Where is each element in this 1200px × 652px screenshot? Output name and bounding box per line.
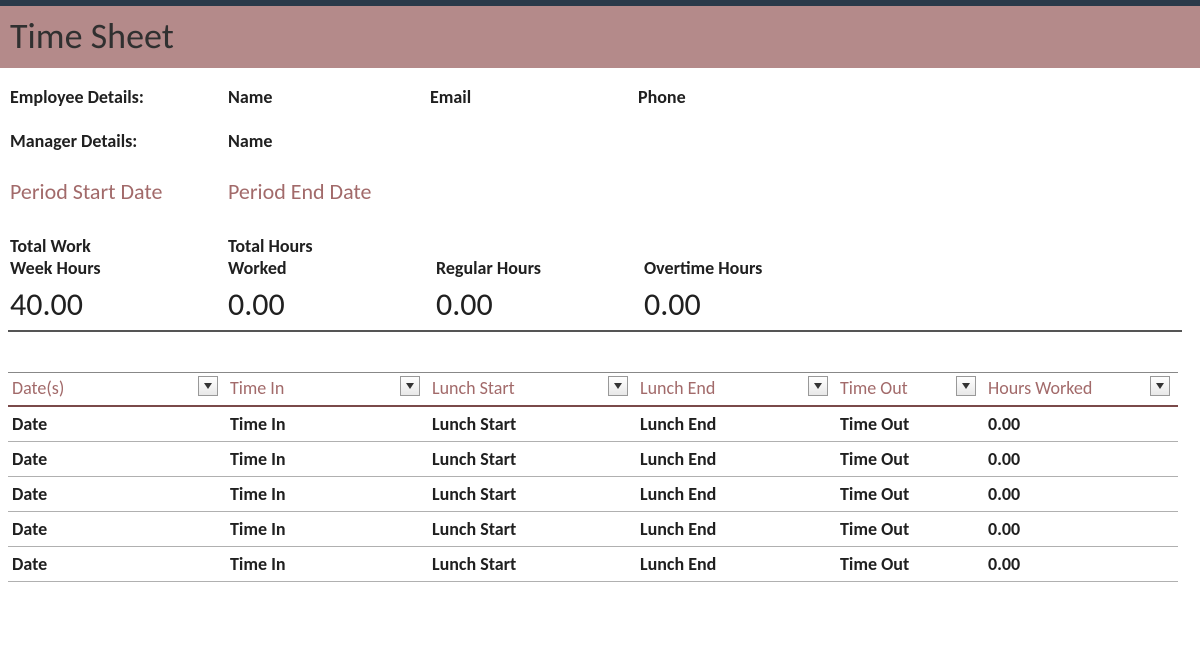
total-hours-worked-label: Total Hours Worked [228, 235, 436, 279]
header-hours-worked[interactable]: Hours Worked [984, 373, 1178, 407]
cell-date[interactable]: Date [8, 406, 226, 442]
header-time-in[interactable]: Time In [226, 373, 428, 407]
page-title: Time Sheet [0, 6, 1200, 68]
chevron-down-icon [406, 383, 414, 389]
cell-lunch_end[interactable]: Lunch End [636, 477, 836, 512]
employee-email-field[interactable]: Email [430, 86, 638, 108]
header-time-out-label: Time Out [840, 377, 908, 399]
header-lunch-end-label: Lunch End [640, 377, 715, 399]
cell-lunch_end[interactable]: Lunch End [636, 547, 836, 582]
table-row: DateTime InLunch StartLunch EndTime Out0… [8, 547, 1178, 582]
cell-date[interactable]: Date [8, 547, 226, 582]
cell-lunch_end[interactable]: Lunch End [636, 442, 836, 477]
cell-time_out[interactable]: Time Out [836, 442, 984, 477]
cell-hours_worked[interactable]: 0.00 [984, 477, 1178, 512]
cell-date[interactable]: Date [8, 512, 226, 547]
employee-phone-field[interactable]: Phone [638, 86, 838, 108]
cell-hours_worked[interactable]: 0.00 [984, 442, 1178, 477]
employee-name-field[interactable]: Name [228, 86, 430, 108]
manager-details-row: Manager Details: Name [10, 130, 1190, 152]
summary-divider [8, 330, 1182, 332]
total-week-hours-label-l2: Week Hours [10, 257, 228, 279]
employee-details-label: Employee Details: [10, 86, 228, 108]
total-hours-worked-value: 0.00 [228, 285, 436, 324]
header-date-label: Date(s) [12, 377, 64, 399]
regular-hours-label: Regular Hours [436, 235, 644, 279]
cell-time_out[interactable]: Time Out [836, 512, 984, 547]
cell-lunch_end[interactable]: Lunch End [636, 406, 836, 442]
filter-button-time-in[interactable] [400, 376, 420, 396]
total-week-hours-label: Total Work Week Hours [10, 235, 228, 279]
chevron-down-icon [614, 383, 622, 389]
filter-button-lunch-start[interactable] [608, 376, 628, 396]
cell-time_out[interactable]: Time Out [836, 406, 984, 442]
filter-button-hours-worked[interactable] [1150, 376, 1170, 396]
table-row: DateTime InLunch StartLunch EndTime Out0… [8, 406, 1178, 442]
cell-time_in[interactable]: Time In [226, 442, 428, 477]
cell-lunch_start[interactable]: Lunch Start [428, 512, 636, 547]
period-start-label[interactable]: Period Start Date [10, 178, 228, 205]
filter-button-lunch-end[interactable] [808, 376, 828, 396]
header-lunch-start[interactable]: Lunch Start [428, 373, 636, 407]
cell-date[interactable]: Date [8, 477, 226, 512]
header-lunch-start-label: Lunch Start [432, 377, 515, 399]
header-time-in-label: Time In [230, 377, 284, 399]
total-hours-worked-label-l1: Total Hours [228, 235, 436, 257]
period-end-label[interactable]: Period End Date [228, 178, 528, 205]
table-row: DateTime InLunch StartLunch EndTime Out0… [8, 512, 1178, 547]
cell-time_in[interactable]: Time In [226, 512, 428, 547]
total-hours-worked-label-l2: Worked [228, 257, 436, 279]
timesheet-table: Date(s) Time In Lunch Start [8, 372, 1178, 582]
cell-time_out[interactable]: Time Out [836, 547, 984, 582]
cell-lunch_end[interactable]: Lunch End [636, 512, 836, 547]
cell-lunch_start[interactable]: Lunch Start [428, 477, 636, 512]
header-date[interactable]: Date(s) [8, 373, 226, 407]
chevron-down-icon [204, 383, 212, 389]
header-lunch-end[interactable]: Lunch End [636, 373, 836, 407]
summary-section: Total Work Week Hours Total Hours Worked… [0, 205, 1200, 324]
manager-name-field[interactable]: Name [228, 130, 430, 152]
filter-button-time-out[interactable] [956, 376, 976, 396]
header-time-out[interactable]: Time Out [836, 373, 984, 407]
cell-hours_worked[interactable]: 0.00 [984, 547, 1178, 582]
cell-lunch_start[interactable]: Lunch Start [428, 406, 636, 442]
cell-time_in[interactable]: Time In [226, 406, 428, 442]
cell-hours_worked[interactable]: 0.00 [984, 512, 1178, 547]
cell-time_in[interactable]: Time In [226, 477, 428, 512]
table-row: DateTime InLunch StartLunch EndTime Out0… [8, 477, 1178, 512]
cell-lunch_start[interactable]: Lunch Start [428, 442, 636, 477]
chevron-down-icon [962, 383, 970, 389]
header-hours-worked-label: Hours Worked [988, 377, 1092, 399]
total-week-hours-label-l1: Total Work [10, 235, 228, 257]
overtime-hours-value: 0.00 [644, 285, 852, 324]
filter-button-date[interactable] [198, 376, 218, 396]
manager-details-label: Manager Details: [10, 130, 228, 152]
cell-time_in[interactable]: Time In [226, 547, 428, 582]
cell-date[interactable]: Date [8, 442, 226, 477]
period-row: Period Start Date Period End Date [0, 174, 1200, 205]
overtime-hours-label: Overtime Hours [644, 235, 852, 279]
total-week-hours-value[interactable]: 40.00 [10, 285, 228, 324]
cell-lunch_start[interactable]: Lunch Start [428, 547, 636, 582]
table-row: DateTime InLunch StartLunch EndTime Out0… [8, 442, 1178, 477]
chevron-down-icon [1156, 383, 1164, 389]
chevron-down-icon [814, 383, 822, 389]
cell-time_out[interactable]: Time Out [836, 477, 984, 512]
cell-hours_worked[interactable]: 0.00 [984, 406, 1178, 442]
employee-details-row: Employee Details: Name Email Phone [10, 86, 1190, 108]
regular-hours-value: 0.00 [436, 285, 644, 324]
